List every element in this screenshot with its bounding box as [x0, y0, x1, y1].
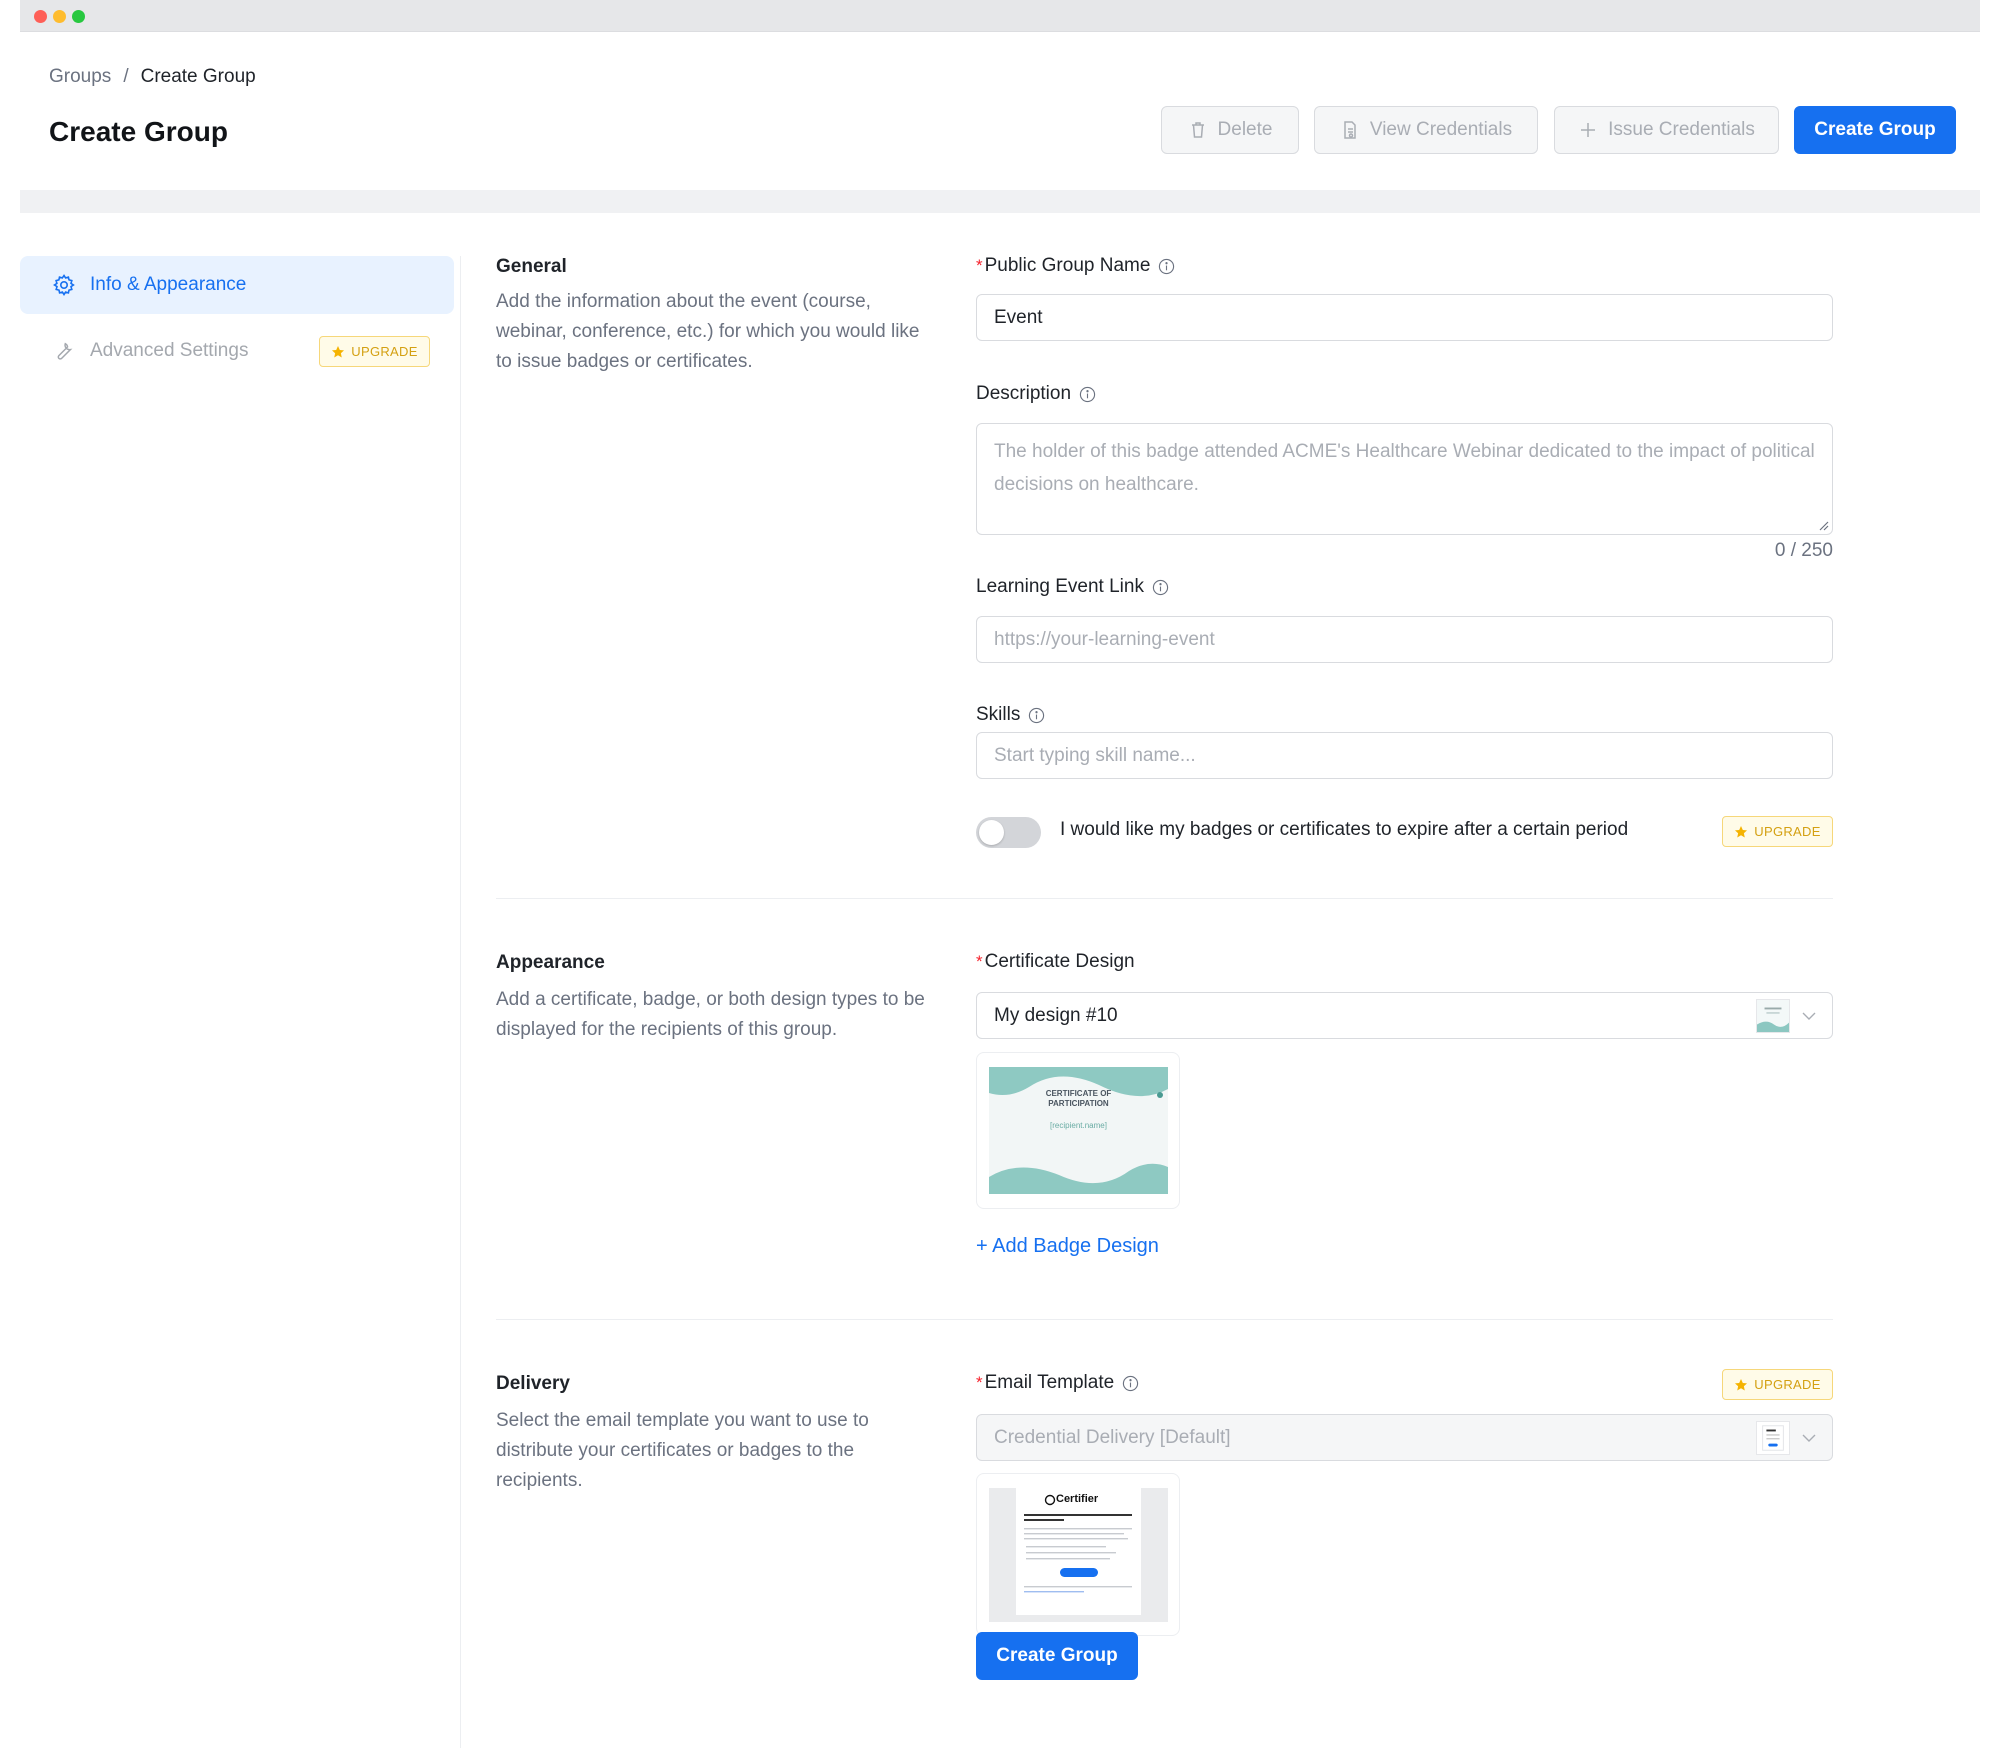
sidebar-divider	[460, 256, 461, 1748]
required-marker: *	[976, 256, 983, 275]
star-icon	[1735, 1378, 1748, 1390]
appearance-section-title: Appearance	[496, 952, 605, 973]
sidebar-item-label: Advanced Settings	[90, 340, 249, 361]
certificate-preview-card[interactable]: CERTIFICATE OF PARTICIPATION [recipient.…	[976, 1052, 1180, 1209]
description-char-counter: 0 / 250	[1774, 540, 1833, 561]
minimize-window-button[interactable]	[53, 10, 66, 23]
info-icon[interactable]	[1152, 579, 1169, 596]
create-group-submit-button[interactable]: Create Group	[976, 1632, 1138, 1680]
create-group-submit-label: Create Group	[996, 1645, 1118, 1666]
certificate-preview-recipient: [recipient.name]	[1050, 1121, 1107, 1130]
email-preview-image: Certifier	[989, 1488, 1168, 1622]
certificate-design-select[interactable]: My design #10	[976, 992, 1833, 1039]
view-credentials-button[interactable]: View Credentials	[1314, 106, 1538, 154]
breadcrumb-separator: /	[123, 66, 129, 87]
certificate-design-label-text: Certificate Design	[984, 951, 1135, 972]
breadcrumb-current: Create Group	[140, 66, 256, 87]
description-label: Description	[976, 383, 1096, 405]
delete-label: Delete	[1217, 119, 1273, 140]
email-thumbnail-mini	[1756, 1421, 1790, 1455]
required-marker: *	[976, 952, 983, 971]
skills-input[interactable]: Start typing skill name...	[976, 732, 1833, 779]
window-titlebar	[20, 0, 1980, 32]
view-credentials-label: View Credentials	[1369, 119, 1513, 140]
learning-event-link-label-text: Learning Event Link	[976, 576, 1144, 597]
expire-toggle-label: I would like my badges or certificates t…	[1060, 819, 1629, 840]
star-icon	[332, 345, 345, 357]
certificate-preview-heading: CERTIFICATE OF PARTICIPATION	[1045, 1089, 1112, 1108]
public-group-name-label: * Public Group Name	[976, 255, 1175, 277]
create-group-header-button[interactable]: Create Group	[1794, 106, 1956, 154]
learning-event-link-label: Learning Event Link	[976, 576, 1169, 598]
email-template-value: Credential Delivery [Default]	[994, 1426, 1231, 1448]
email-preview-card[interactable]: Certifier	[976, 1473, 1180, 1636]
upgrade-label: UPGRADE	[1754, 1377, 1821, 1392]
resize-handle-icon[interactable]	[1817, 519, 1829, 531]
email-preview-paper: Certifier	[1016, 1488, 1141, 1615]
delivery-section-title: Delivery	[496, 1373, 570, 1394]
page-title: Create Group	[49, 116, 228, 147]
create-group-header-label: Create Group	[1814, 119, 1936, 140]
info-icon[interactable]	[1122, 1375, 1139, 1392]
sidebar-item-info-appearance[interactable]: Info & Appearance	[20, 256, 454, 314]
expire-upgrade-badge[interactable]: UPGRADE	[1722, 816, 1833, 847]
email-template-upgrade-badge[interactable]: UPGRADE	[1722, 1369, 1833, 1400]
delete-button[interactable]: Delete	[1161, 106, 1299, 154]
certificate-design-label: * Certificate Design	[976, 951, 1135, 973]
toggle-knob	[979, 820, 1004, 845]
add-badge-design-link[interactable]: + Add Badge Design	[976, 1235, 1159, 1258]
learning-event-link-input[interactable]: https://your-learning-event	[976, 616, 1833, 663]
expire-toggle[interactable]	[976, 817, 1041, 848]
public-group-name-input[interactable]: Event	[976, 294, 1833, 341]
wrench-icon	[57, 342, 73, 360]
email-template-label-text: Email Template	[984, 1372, 1115, 1393]
section-divider	[496, 898, 1833, 899]
advanced-settings-upgrade-badge[interactable]: UPGRADE	[319, 336, 430, 367]
email-preview-brand: Certifier	[1056, 1493, 1099, 1505]
maximize-window-button[interactable]	[72, 10, 85, 23]
certificate-thumbnail-mini	[1756, 999, 1790, 1033]
chevron-down-icon	[1802, 1434, 1816, 1442]
sidebar-item-label: Info & Appearance	[90, 274, 247, 295]
skills-label: Skills	[976, 704, 1045, 726]
description-label-text: Description	[976, 383, 1072, 404]
info-icon[interactable]	[1158, 258, 1175, 275]
info-icon[interactable]	[1028, 707, 1045, 724]
required-marker: *	[976, 1373, 983, 1392]
upgrade-label: UPGRADE	[351, 344, 418, 359]
document-icon	[1344, 121, 1356, 139]
info-icon[interactable]	[1079, 386, 1096, 403]
section-divider	[496, 1319, 1833, 1320]
certificate-design-value: My design #10	[994, 1004, 1118, 1026]
general-section-description: Add the information about the event (cou…	[496, 291, 920, 372]
public-group-name-label-text: Public Group Name	[984, 255, 1151, 276]
app-window: Groups / Create Group Create Group Delete …	[20, 0, 1980, 1748]
header-divider	[20, 190, 1980, 213]
star-icon	[1735, 825, 1748, 837]
chevron-down-icon	[1802, 1012, 1816, 1020]
trash-icon	[1191, 122, 1204, 138]
description-placeholder: The holder of this badge attended ACME's…	[994, 441, 1815, 495]
issue-credentials-label: Issue Credentials	[1608, 119, 1755, 140]
email-template-label: * Email Template	[976, 1372, 1139, 1394]
certificate-preview-image: CERTIFICATE OF PARTICIPATION [recipient.…	[989, 1067, 1168, 1194]
close-window-button[interactable]	[34, 10, 47, 23]
plus-icon	[1581, 123, 1596, 137]
issue-credentials-button[interactable]: Issue Credentials	[1554, 106, 1779, 154]
delivery-section-description: Select the email template you want to us…	[496, 1410, 869, 1491]
email-template-select[interactable]: Credential Delivery [Default]	[976, 1414, 1833, 1461]
upgrade-label: UPGRADE	[1754, 824, 1821, 839]
description-textarea[interactable]: The holder of this badge attended ACME's…	[976, 423, 1833, 535]
appearance-section-description: Add a certificate, badge, or both design…	[496, 989, 925, 1040]
breadcrumb: Groups / Create Group	[49, 66, 256, 88]
breadcrumb-groups[interactable]: Groups	[49, 66, 111, 87]
skills-label-text: Skills	[976, 704, 1021, 725]
gear-icon	[53, 274, 75, 296]
general-section-title: General	[496, 256, 567, 277]
